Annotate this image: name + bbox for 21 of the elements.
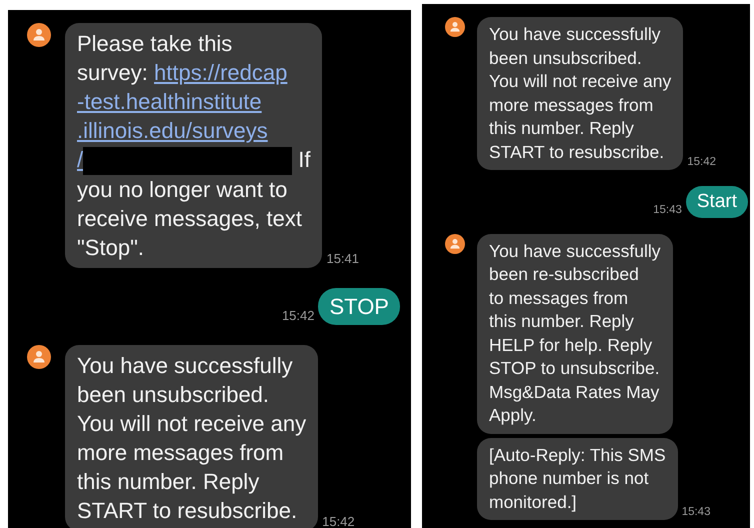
message-time: 15:41 xyxy=(326,250,360,268)
received-message: You have successfully been unsubscribed. You will not receive any more messages from this number. Reply START to resubscribe. xyxy=(477,17,684,170)
message-time: 15:43 xyxy=(682,506,710,520)
survey-link[interactable]: / xyxy=(77,147,84,172)
contact-avatar-icon xyxy=(445,234,465,254)
received-message: Please take this survey: https://redcap -test.healthinstitute .illinois.edu/surveys / If you no longer want to receive messages, text "Stop". xyxy=(65,23,322,268)
received-message: [Auto-Reply: This SMS phone number is not monitored.] xyxy=(477,438,678,520)
message-time: 15:42 xyxy=(687,156,716,170)
message-time: 15:42 xyxy=(322,514,355,528)
contact-avatar-icon xyxy=(445,17,465,37)
sent-message: Start xyxy=(686,186,748,218)
survey-link[interactable]: -test.healthinstitute xyxy=(77,89,262,114)
survey-link[interactable]: .illinois.edu/surveys xyxy=(77,118,268,143)
received-message: You have successfully been re-subscribed to messages from this number. Reply HELP for help. Reply STOP to unsubscribe. Msg&Data Rates May Apply. xyxy=(477,234,673,434)
received-message: You have successfully been unsubscribed. You will not receive any more messages from this number. Reply START to resubscribe. xyxy=(65,344,318,528)
sent-message: STOP xyxy=(318,288,400,325)
message-time: 15:42 xyxy=(282,308,314,325)
survey-link[interactable]: https://redcap xyxy=(154,60,288,85)
message-time: 15:43 xyxy=(653,204,682,218)
contact-avatar-icon xyxy=(27,344,51,369)
contact-avatar-icon xyxy=(27,23,51,47)
